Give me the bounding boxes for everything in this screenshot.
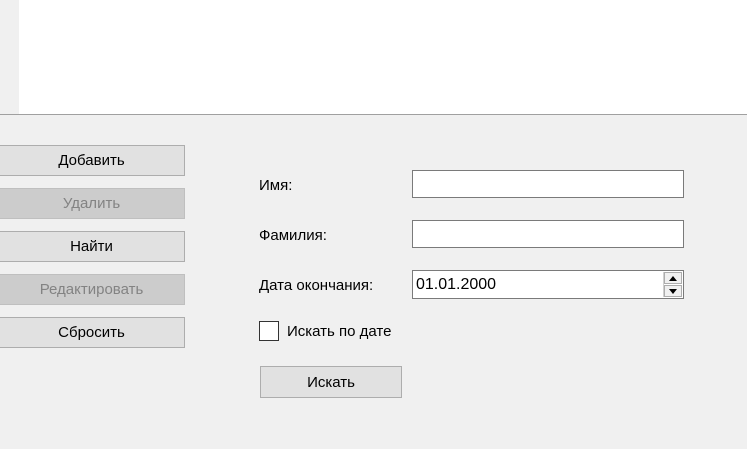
end-date-label: Дата окончания:: [259, 277, 374, 294]
arrow-down-icon: [669, 289, 677, 294]
first-name-label: Имя:: [259, 177, 293, 194]
search-by-date-checkbox[interactable]: [259, 321, 279, 341]
last-name-label: Фамилия:: [259, 227, 327, 244]
date-spinner: [663, 272, 682, 297]
add-button[interactable]: Добавить: [0, 145, 185, 176]
first-name-field[interactable]: [412, 170, 684, 198]
arrow-up-icon: [669, 276, 677, 281]
search-by-date-label[interactable]: Искать по дате: [287, 323, 391, 341]
reset-button[interactable]: Сбросить: [0, 317, 185, 348]
end-date-value: 01.01.2000: [416, 276, 497, 293]
find-button[interactable]: Найти: [0, 231, 185, 262]
search-button[interactable]: Искать: [260, 366, 402, 398]
last-name-field[interactable]: [412, 220, 684, 248]
end-date-field[interactable]: 01.01.2000: [412, 270, 684, 299]
spin-up-button[interactable]: [664, 272, 682, 284]
edit-button[interactable]: Редактировать: [0, 274, 185, 305]
delete-button[interactable]: Удалить: [0, 188, 185, 219]
records-table[interactable]: [0, 0, 747, 115]
spin-down-button[interactable]: [664, 285, 682, 297]
table-row-header: [0, 0, 19, 114]
